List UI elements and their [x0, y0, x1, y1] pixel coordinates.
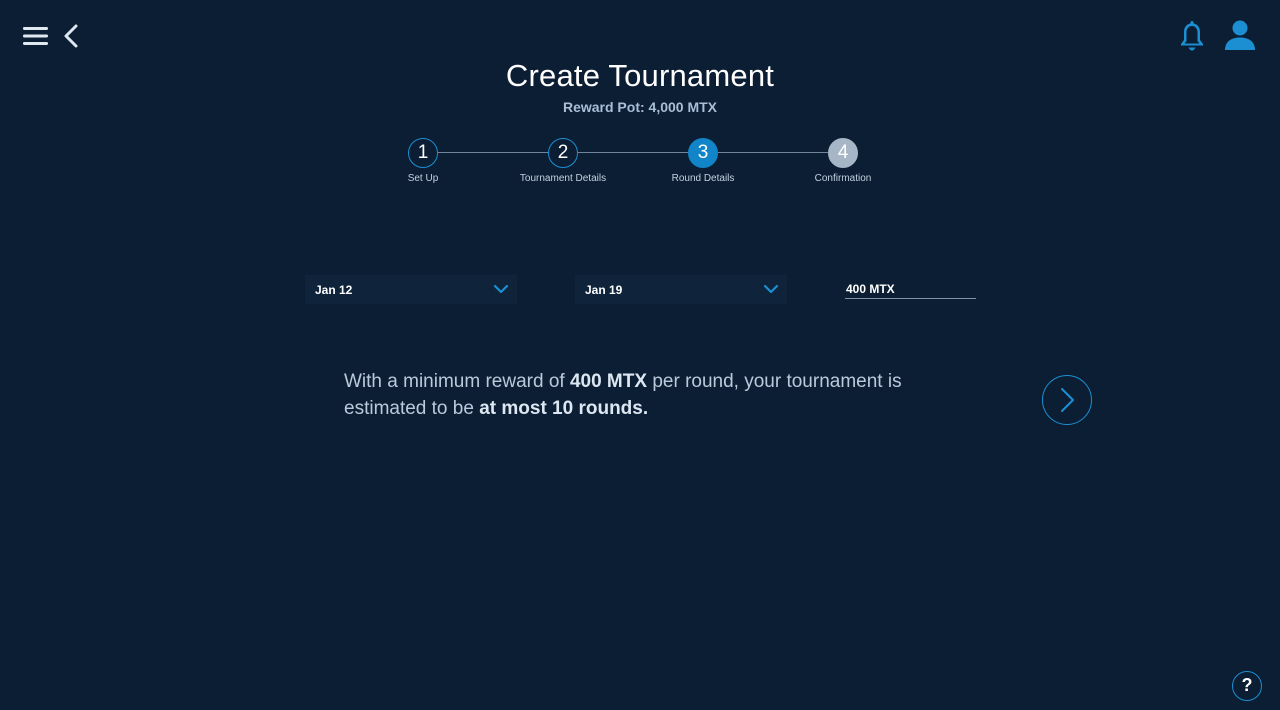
- min-reward-input[interactable]: [845, 280, 976, 299]
- chevron-left-icon[interactable]: [60, 22, 82, 50]
- end-date-select[interactable]: Jan 19: [575, 275, 787, 304]
- info-text-part: With a minimum reward of: [344, 371, 570, 392]
- step-number: 3: [688, 138, 718, 168]
- step-set-up[interactable]: 1 Set Up: [363, 138, 483, 184]
- chevron-down-icon: [763, 284, 779, 294]
- info-reward-value: 400 MTX: [569, 371, 648, 392]
- next-button[interactable]: [1042, 375, 1092, 425]
- end-date-value: Jan 19: [585, 283, 623, 297]
- step-number: 1: [408, 138, 438, 168]
- round-estimate-text: With a minimum reward of 400 MTX per rou…: [344, 368, 944, 422]
- reward-pot-subtitle: Reward Pot: 4,000 MTX: [562, 99, 718, 115]
- step-label: Tournament Details: [519, 173, 607, 184]
- chevron-down-icon: [493, 284, 509, 294]
- step-round-details[interactable]: 3 Round Details: [643, 138, 763, 184]
- step-confirmation[interactable]: 4 Confirmation: [783, 138, 903, 184]
- bell-icon[interactable]: [1176, 18, 1208, 54]
- user-icon[interactable]: [1222, 18, 1258, 52]
- step-label: Confirmation: [814, 173, 872, 184]
- step-tournament-details[interactable]: 2 Tournament Details: [503, 138, 623, 184]
- step-number: 2: [548, 138, 578, 168]
- hamburger-menu-icon[interactable]: [22, 24, 50, 48]
- page: Create Tournament Reward Pot: 4,000 MTX …: [0, 0, 1280, 710]
- info-rounds-value: at most 10 rounds.: [479, 398, 649, 419]
- help-button[interactable]: ?: [1232, 671, 1262, 701]
- start-date-value: Jan 12: [315, 283, 353, 297]
- page-title: Create Tournament: [505, 58, 775, 93]
- progress-stepper: 1 Set Up 2 Tournament Details 3 Round De…: [0, 138, 1280, 198]
- step-number: 4: [828, 138, 858, 168]
- step-label: Round Details: [671, 173, 735, 184]
- chevron-right-icon: [1061, 388, 1074, 412]
- start-date-select[interactable]: Jan 12: [305, 275, 517, 304]
- step-label: Set Up: [407, 173, 439, 184]
